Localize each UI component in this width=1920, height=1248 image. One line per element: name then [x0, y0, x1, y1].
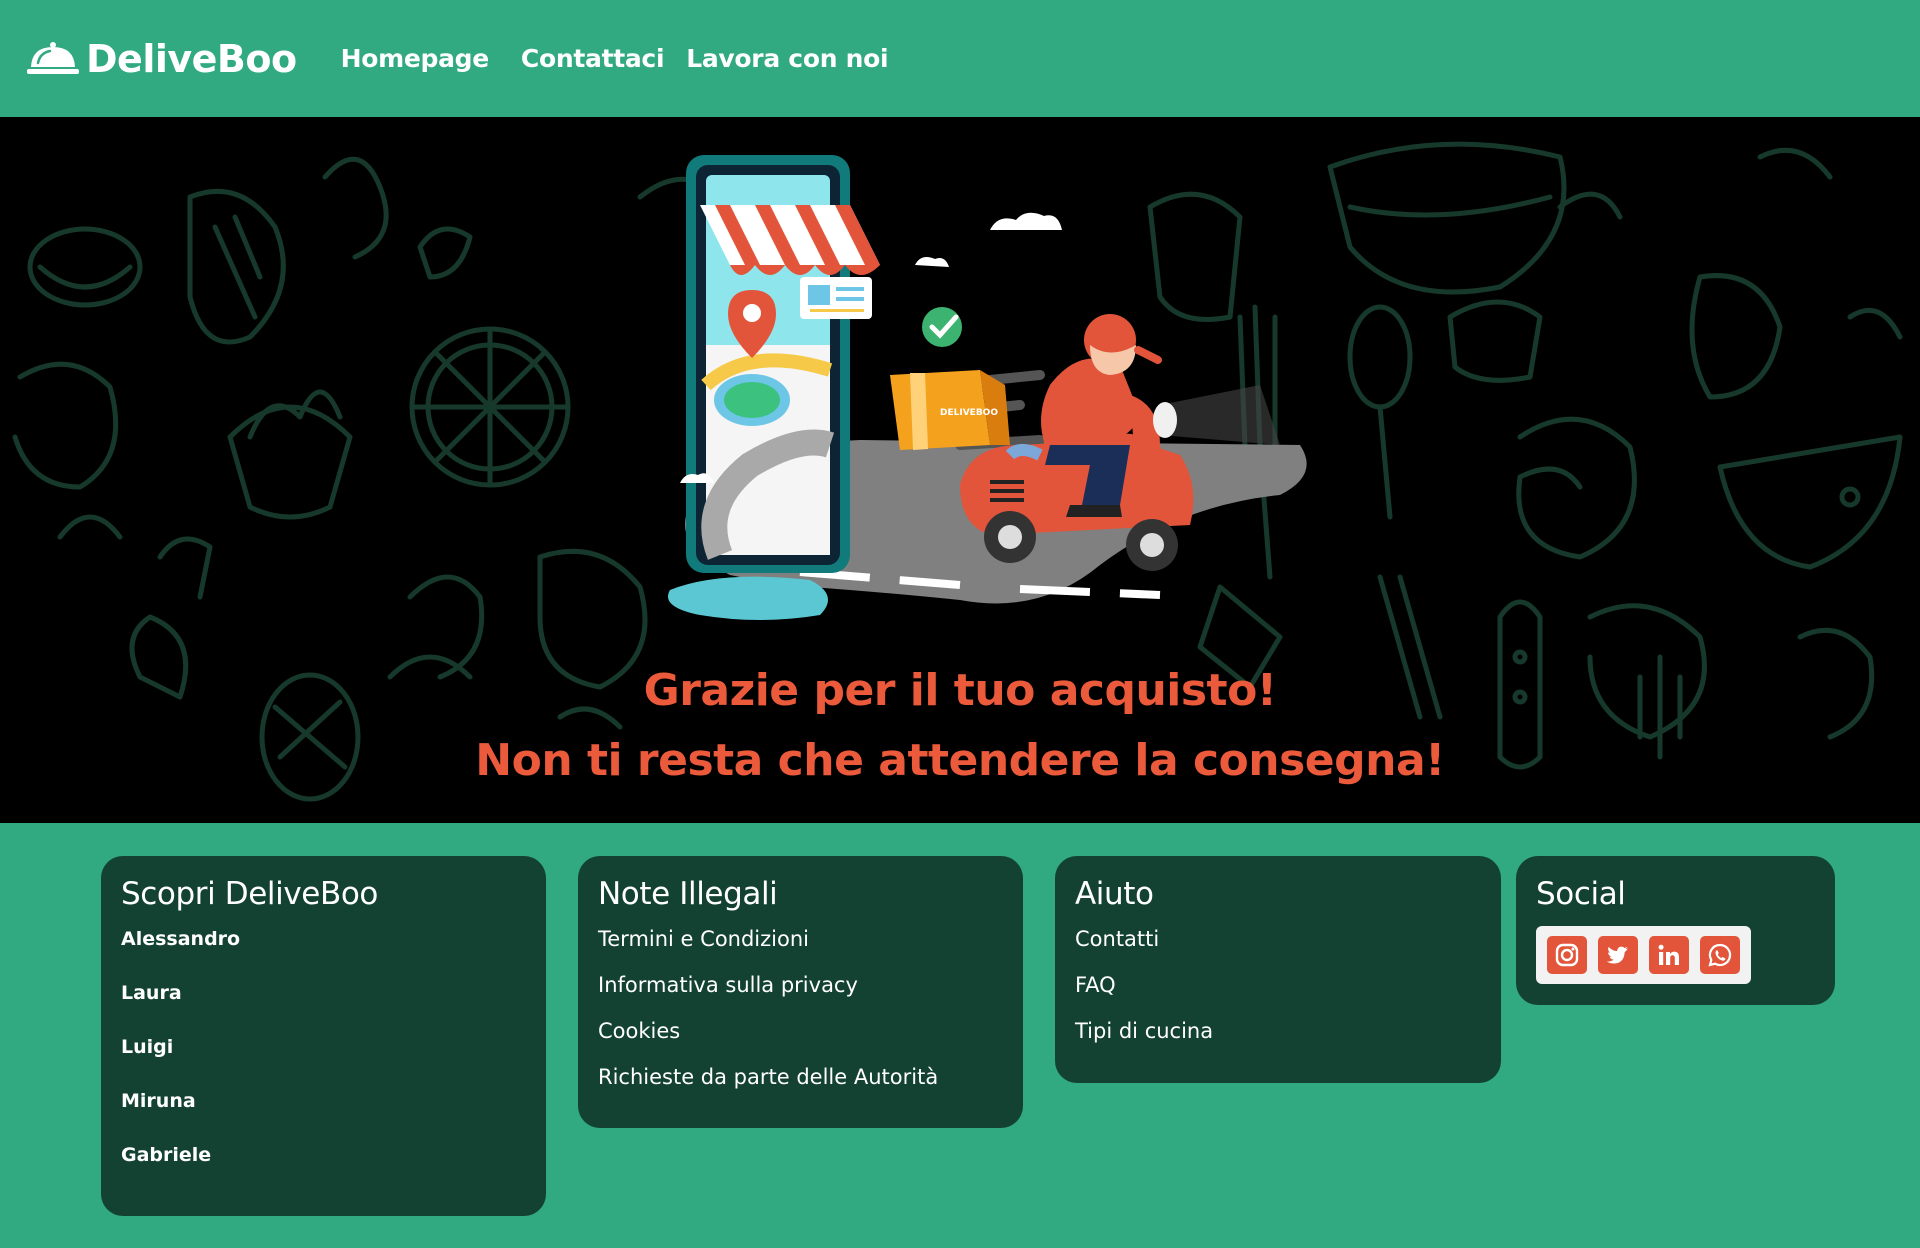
whatsapp-icon	[1708, 943, 1732, 967]
legal-title: Note Illegali	[598, 876, 778, 912]
nav-homepage[interactable]: Homepage	[341, 44, 490, 73]
nav-contattaci[interactable]: Contattaci	[521, 44, 665, 73]
instagram-button[interactable]	[1547, 936, 1587, 974]
about-title: Scopri DeliveBoo	[121, 876, 378, 912]
footer-card-social: Social	[1516, 856, 1835, 1005]
link-faq[interactable]: FAQ	[1075, 968, 1481, 1014]
team-member: Miruna	[121, 1090, 196, 1112]
cloche-icon	[27, 41, 79, 74]
link-autorita[interactable]: Richieste da parte delle Autorità	[598, 1060, 1003, 1106]
link-tipi-cucina[interactable]: Tipi di cucina	[1075, 1014, 1481, 1060]
link-contatti[interactable]: Contatti	[1075, 922, 1481, 968]
social-title: Social	[1536, 876, 1626, 912]
top-navbar: DeliveBoo Homepage Contattaci Lavora con…	[0, 0, 1920, 117]
social-icons-bar	[1536, 926, 1751, 984]
hero-banner: DELIVEBOO Grazie per il tuo acquisto! No…	[0, 117, 1920, 823]
main-nav: Homepage Contattaci Lavora con noi	[341, 44, 921, 73]
link-privacy[interactable]: Informativa sulla privacy	[598, 968, 1003, 1014]
linkedin-icon	[1658, 944, 1679, 965]
twitter-icon	[1606, 946, 1628, 964]
whatsapp-button[interactable]	[1700, 936, 1740, 974]
team-list: Alessandro Laura Luigi Miruna Gabriele	[121, 922, 526, 1192]
thank-you-message: Grazie per il tuo acquisto!	[643, 665, 1277, 716]
legal-links: Termini e Condizioni Informativa sulla p…	[598, 922, 1003, 1106]
team-member: Alessandro	[121, 928, 241, 950]
footer-card-help: Aiuto Contatti FAQ Tipi di cucina	[1055, 856, 1501, 1083]
team-member: Luigi	[121, 1036, 174, 1058]
delivery-wait-message: Non ti resta che attendere la consegna!	[475, 735, 1445, 786]
link-cookies[interactable]: Cookies	[598, 1014, 1003, 1060]
footer-card-legal: Note Illegali Termini e Condizioni Infor…	[578, 856, 1023, 1128]
twitter-button[interactable]	[1598, 936, 1638, 974]
instagram-icon	[1555, 943, 1579, 967]
box-logo-text: DELIVEBOO	[940, 408, 998, 418]
nav-lavora-con-noi[interactable]: Lavora con noi	[686, 44, 888, 73]
delivery-scooter-illustration: DELIVEBOO	[668, 155, 1307, 620]
help-title: Aiuto	[1075, 876, 1154, 912]
linkedin-button[interactable]	[1649, 936, 1689, 974]
brand-logo-link[interactable]: DeliveBoo	[26, 37, 297, 81]
link-termini[interactable]: Termini e Condizioni	[598, 922, 1003, 968]
footer-card-about: Scopri DeliveBoo Alessandro Laura Luigi …	[101, 856, 546, 1216]
team-member: Laura	[121, 982, 182, 1004]
help-links: Contatti FAQ Tipi di cucina	[1075, 922, 1481, 1060]
team-member: Gabriele	[121, 1144, 212, 1166]
brand-name: DeliveBoo	[86, 36, 297, 81]
